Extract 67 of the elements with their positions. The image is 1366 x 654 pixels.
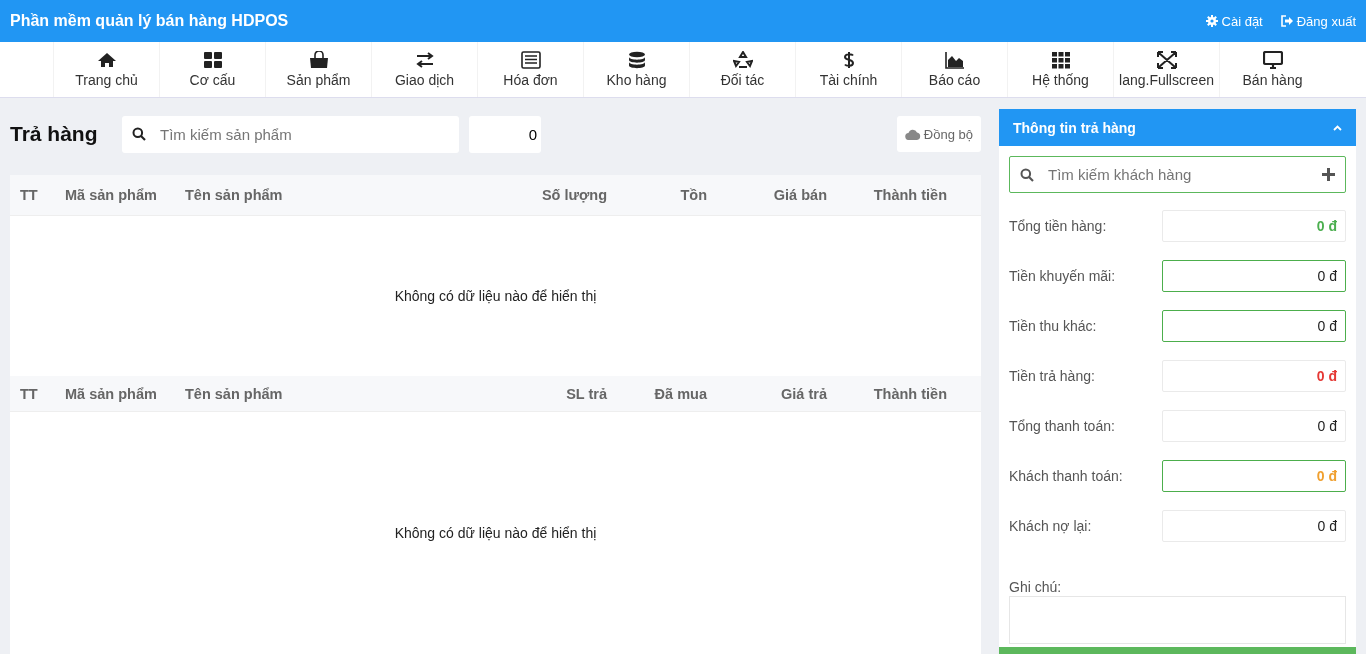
- expand-icon: [1156, 51, 1177, 69]
- settings-icon: [1205, 15, 1218, 27]
- field-label: Khách thanh toán:: [1009, 468, 1123, 484]
- field-label: Tiền thu khác:: [1009, 318, 1097, 334]
- column-header: Thành tiền: [872, 385, 947, 402]
- home-icon: [96, 51, 117, 69]
- column-header: Giá trả: [780, 385, 827, 402]
- nav-item[interactable]: Cơ cấu: [159, 42, 265, 97]
- column-header: Tên sản phẩm: [184, 187, 284, 203]
- recycle-icon: [732, 51, 753, 69]
- column-header: Tên sản phẩm: [184, 385, 284, 402]
- nav-item[interactable]: Trang chủ: [53, 42, 159, 97]
- nav-item[interactable]: Hóa đơn: [477, 42, 583, 97]
- shopping-bag-icon: [308, 51, 329, 69]
- amount-field[interactable]: 0 đ: [1162, 310, 1346, 342]
- logout-icon: [1280, 15, 1293, 27]
- field-label: Tổng thanh toán:: [1009, 418, 1115, 434]
- field-label: Tổng tiền hàng:: [1009, 218, 1107, 234]
- column-header: Tồn: [679, 187, 707, 203]
- nav-item[interactable]: Báo cáo: [901, 42, 1007, 97]
- empty-message: Không có dữ liệu nào để hiển thị: [394, 525, 597, 541]
- column-header: Thành tiền: [872, 187, 947, 203]
- customer-search-field[interactable]: Tìm kiếm khách hàng: [1009, 156, 1346, 193]
- column-header: Số lượng: [540, 187, 607, 203]
- list-icon: [520, 51, 541, 69]
- field-label: Tiền khuyến mãi:: [1009, 268, 1116, 284]
- nav-item[interactable]: Tài chính: [795, 42, 901, 97]
- app-title: Phần mềm quản lý bán hàng HDPOS: [10, 12, 289, 30]
- plus-icon[interactable]: [1322, 168, 1335, 181]
- grid-icon: [1050, 51, 1071, 69]
- database-icon: [626, 51, 647, 69]
- column-header: Mã sản phẩm: [64, 187, 158, 203]
- column-header: Đã mua: [653, 385, 707, 402]
- nav-item[interactable]: Đối tác: [689, 42, 795, 97]
- search-icon: [132, 127, 146, 141]
- nav-item[interactable]: Kho hàng: [583, 42, 689, 97]
- nav-item[interactable]: Bán hàng: [1219, 42, 1325, 97]
- amount-field[interactable]: 0 đ: [1162, 360, 1346, 392]
- note-field[interactable]: [1009, 596, 1346, 644]
- amount-field[interactable]: 0 đ: [1162, 410, 1346, 442]
- amount-field[interactable]: 0 đ: [1162, 510, 1346, 542]
- nav-item[interactable]: Giao dịch: [371, 42, 477, 97]
- arrows-icon: [414, 51, 435, 69]
- cloud-icon: [904, 128, 921, 140]
- panel-title: Thông tin trả hàng: [1013, 119, 1136, 136]
- nav-item[interactable]: Hệ thống: [1007, 42, 1113, 97]
- column-header: TT: [19, 187, 39, 203]
- column-header: SL trả: [565, 385, 607, 402]
- nav-item[interactable]: lang.Fullscreen: [1113, 42, 1219, 97]
- column-header: Giá bán: [772, 187, 827, 203]
- sync-button[interactable]: Đồng bộ: [896, 116, 981, 152]
- field-label: Tiền trả hàng:: [1009, 368, 1095, 384]
- grid-icon: [202, 51, 223, 69]
- search-input[interactable]: Tìm kiếm khách hàng: [1048, 157, 1308, 192]
- amount-field[interactable]: 0 đ: [1162, 260, 1346, 292]
- nav-item[interactable]: Sản phẩm: [265, 42, 371, 97]
- area-chart-icon: [944, 51, 965, 69]
- empty-message: Không có dữ liệu nào để hiển thị: [394, 288, 597, 304]
- page-title: Trả hàng: [10, 122, 99, 146]
- search-icon: [1020, 167, 1034, 182]
- quantity-field[interactable]: 0: [469, 115, 541, 153]
- collapse-caret-icon[interactable]: [1333, 124, 1342, 131]
- column-header: TT: [19, 385, 39, 402]
- column-header: Mã sản phẩm: [64, 385, 158, 402]
- monitor-icon: [1262, 51, 1283, 69]
- note-label: Ghi chú:: [1009, 579, 1063, 595]
- field-label: Khách nợ lại:: [1009, 518, 1092, 534]
